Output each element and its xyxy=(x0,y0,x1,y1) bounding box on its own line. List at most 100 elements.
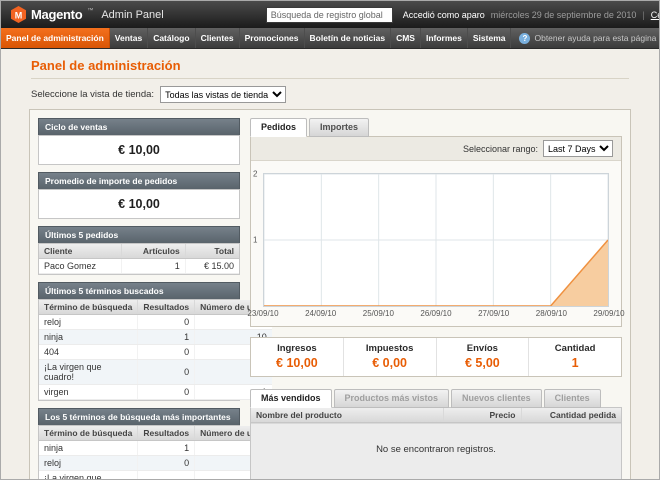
store-view-label: Seleccione la vista de tienda: xyxy=(31,89,154,100)
last-search-terms-title: Últimos 5 términos buscados xyxy=(38,282,240,299)
tab-mas-vendidos[interactable]: Más vendidos xyxy=(250,389,332,408)
page-title: Panel de administración xyxy=(31,58,629,73)
column-header: Cliente xyxy=(39,244,122,259)
table-cell: 0 xyxy=(138,456,195,471)
total-impuestos: Impuestos € 0,00 xyxy=(343,338,436,376)
average-orders-box: Promedio de importe de pedidos € 10,00 xyxy=(38,172,240,219)
page-help-link[interactable]: ? Obtener ayuda para esta página xyxy=(511,28,659,48)
products-table-wrap: Nombre del productoPrecioCantidad pedida… xyxy=(250,407,622,480)
lifetime-sales-box: Ciclo de ventas € 10,00 xyxy=(38,118,240,165)
top-search-terms-box: Los 5 términos de búsqueda más important… xyxy=(38,408,240,480)
table-cell: 0 xyxy=(138,385,195,400)
logo-text: Magento xyxy=(31,7,82,22)
tab-importes[interactable]: Importes xyxy=(309,118,369,137)
magento-admin-window: M Magento ™ Admin Panel Accedió como apar… xyxy=(0,0,660,480)
table-row[interactable]: Paco Gomez1€ 15.00 xyxy=(39,259,239,274)
last-orders-box: Últimos 5 pedidos ClienteArtículosTotal … xyxy=(38,226,240,275)
nav-item-cms[interactable]: CMS xyxy=(391,28,421,48)
products-tabs: Más vendidos Productos más vistos Nuevos… xyxy=(250,389,622,408)
logo-subtitle: Admin Panel xyxy=(101,9,163,21)
table-cell: 1 xyxy=(138,441,195,456)
chart-y-tick: 2 xyxy=(253,170,257,179)
logo-trademark: ™ xyxy=(87,8,93,14)
header-separator: | xyxy=(642,10,644,20)
total-label: Ingresos xyxy=(251,343,343,354)
chart-x-tick: 28/09/10 xyxy=(536,309,567,318)
average-orders-title: Promedio de importe de pedidos xyxy=(38,172,240,189)
tab-nuevos-clientes[interactable]: Nuevos clientes xyxy=(451,389,542,408)
table-row[interactable]: virgen01 xyxy=(39,385,272,400)
main-nav: Panel de administración Ventas Catálogo … xyxy=(1,28,659,49)
total-value: 1 xyxy=(529,356,621,370)
nav-item-promociones[interactable]: Promociones xyxy=(240,28,305,48)
table-cell: € 15.00 xyxy=(185,259,239,274)
average-orders-value: € 10,00 xyxy=(39,190,239,218)
total-label: Impuestos xyxy=(344,343,436,354)
top-search-terms-table: Término de búsquedaResultadosNúmero de u… xyxy=(39,426,272,480)
tab-clientes[interactable]: Clientes xyxy=(544,389,601,408)
svg-text:M: M xyxy=(15,10,23,20)
empty-records-message: No se encontraron registros. xyxy=(251,423,621,480)
table-row[interactable]: ninja110 xyxy=(39,441,272,456)
column-header: Nombre del producto xyxy=(251,408,443,423)
table-cell: reloj xyxy=(39,456,138,471)
help-label: Obtener ayuda para esta página xyxy=(534,33,656,43)
nav-item-boletin[interactable]: Boletín de noticias xyxy=(305,28,392,48)
last-orders-title: Últimos 5 pedidos xyxy=(38,226,240,243)
tab-productos-mas-vistos[interactable]: Productos más vistos xyxy=(334,389,450,408)
nav-item-clientes[interactable]: Clientes xyxy=(196,28,240,48)
products-table: Nombre del productoPrecioCantidad pedida xyxy=(251,408,621,423)
range-label: Seleccionar rango: xyxy=(463,144,538,154)
total-value: € 10,00 xyxy=(251,356,343,370)
dashboard-left-column: Ciclo de ventas € 10,00 Promedio de impo… xyxy=(38,118,240,480)
last-search-header-row: Término de búsquedaResultadosNúmero de u… xyxy=(39,300,272,315)
header-user-area: Accedió como aparo miércoles 29 de septi… xyxy=(403,10,660,20)
chart-plot: 12 xyxy=(263,173,609,307)
table-row[interactable]: reloj02 xyxy=(39,315,272,330)
range-strip: Seleccionar rango: Last 7 Days xyxy=(251,137,621,161)
store-view-select[interactable]: Todas las vistas de tienda xyxy=(160,86,286,103)
chart-x-tick: 23/09/10 xyxy=(247,309,278,318)
column-header: Término de búsqueda xyxy=(39,300,138,315)
column-header: Término de búsqueda xyxy=(39,426,138,441)
logged-in-as: Accedió como aparo xyxy=(403,10,485,20)
table-row[interactable]: ¡La virgen que cuadro!02 xyxy=(39,360,272,385)
total-label: Cantidad xyxy=(529,343,621,354)
column-header: Artículos xyxy=(122,244,185,259)
chart-x-tick: 27/09/10 xyxy=(478,309,509,318)
table-cell: 1 xyxy=(122,259,185,274)
nav-item-ventas[interactable]: Ventas xyxy=(110,28,148,48)
last-orders-table: ClienteArtículosTotal Paco Gomez1€ 15.00 xyxy=(39,244,239,274)
table-cell: reloj xyxy=(39,315,138,330)
chart-x-tick: 24/09/10 xyxy=(305,309,336,318)
last-search-terms-box: Últimos 5 términos buscados Término de b… xyxy=(38,282,240,401)
dashboard-container: Ciclo de ventas € 10,00 Promedio de impo… xyxy=(29,109,631,480)
nav-item-informes[interactable]: Informes xyxy=(421,28,468,48)
table-cell: 1 xyxy=(138,330,195,345)
table-row[interactable]: ninja110 xyxy=(39,330,272,345)
sales-chart-svg xyxy=(264,174,608,306)
column-header: Resultados xyxy=(138,300,195,315)
nav-item-dashboard[interactable]: Panel de administración xyxy=(1,28,110,48)
table-cell: ¡La virgen que cuadro! xyxy=(39,471,138,480)
total-cantidad: Cantidad 1 xyxy=(528,338,621,376)
table-cell: Paco Gomez xyxy=(39,259,122,274)
range-select[interactable]: Last 7 Days xyxy=(543,140,613,157)
chart-area: 12 23/09/1024/09/1025/09/1026/09/1027/09… xyxy=(251,161,621,326)
table-row[interactable]: ¡La virgen que cuadro!02 xyxy=(39,471,272,480)
total-value: € 0,00 xyxy=(344,356,436,370)
table-row[interactable]: reloj02 xyxy=(39,456,272,471)
nav-item-sistema[interactable]: Sistema xyxy=(468,28,512,48)
products-header-row: Nombre del productoPrecioCantidad pedida xyxy=(251,408,621,423)
table-row[interactable]: 40401 xyxy=(39,345,272,360)
nav-item-catalogo[interactable]: Catálogo xyxy=(148,28,195,48)
tab-pedidos[interactable]: Pedidos xyxy=(250,118,307,137)
global-search-input[interactable] xyxy=(266,7,393,23)
logout-link[interactable]: Cerrar Sesión xyxy=(651,10,660,20)
dashboard-main-column: Pedidos Importes Seleccionar rango: Last… xyxy=(250,118,622,480)
magento-logo: M Magento ™ Admin Panel xyxy=(11,6,164,23)
table-cell: 0 xyxy=(138,471,195,480)
table-cell: 0 xyxy=(138,360,195,385)
store-view-row: Seleccione la vista de tienda: Todas las… xyxy=(31,86,629,103)
table-cell: ninja xyxy=(39,441,138,456)
